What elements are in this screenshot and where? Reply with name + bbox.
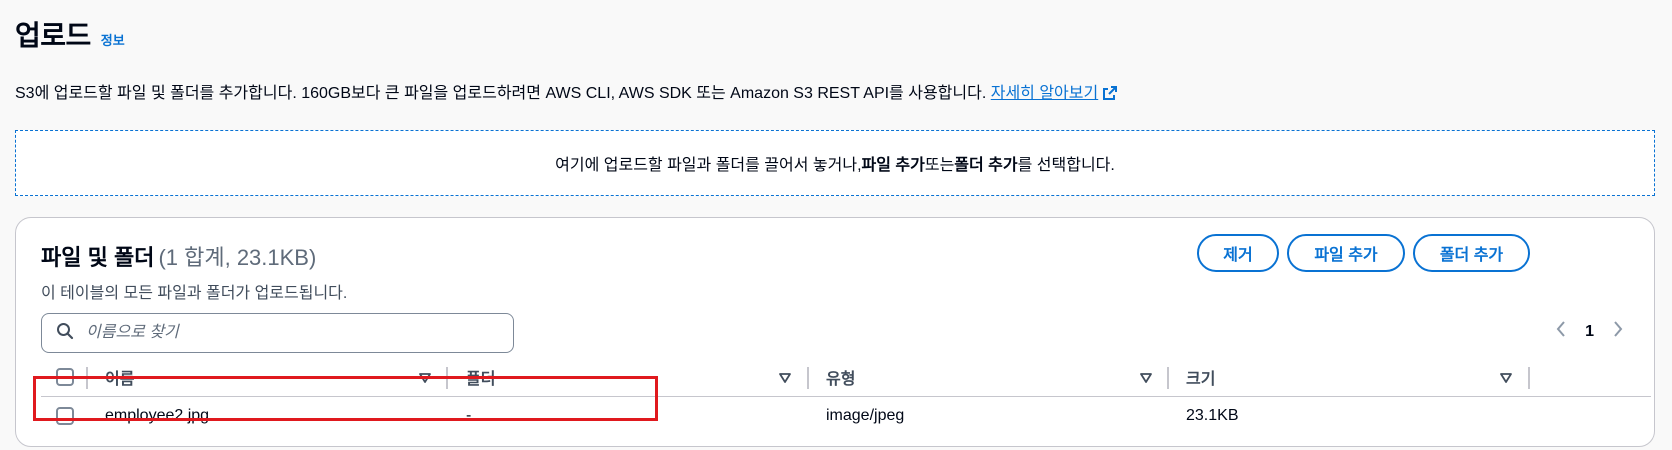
add-files-button[interactable]: 파일 추가 [1287, 234, 1405, 272]
column-divider[interactable] [1528, 367, 1530, 389]
drop-zone[interactable]: 여기에 업로드할 파일과 폴더를 끌어서 놓거나, 파일 추가 또는 폴더 추가… [15, 130, 1655, 196]
add-folder-button[interactable]: 폴더 추가 [1413, 234, 1530, 272]
remove-button[interactable]: 제거 [1197, 234, 1279, 272]
search-box[interactable] [41, 313, 514, 353]
column-header-folder[interactable]: 폴더 [466, 358, 495, 396]
column-divider[interactable] [1167, 367, 1169, 389]
page-description: S3에 업로드할 파일 및 폴더를 추가합니다. 160GB보다 큰 파일을 업… [15, 79, 1118, 106]
panel-title: 파일 및 폴더 (1 합계, 23.1KB) [41, 240, 316, 272]
sort-caret-icon[interactable] [1140, 371, 1152, 389]
column-header-type[interactable]: 유형 [826, 358, 855, 396]
external-link-icon [1102, 85, 1118, 106]
panel-title-text: 파일 및 폴더 [41, 245, 155, 270]
select-all-cell [56, 358, 74, 396]
dropzone-middle: 또는 [924, 157, 955, 174]
column-divider[interactable] [446, 367, 448, 389]
info-link[interactable]: 정보 [101, 30, 125, 49]
dropzone-prefix: 여기에 업로드할 파일과 폴더를 끌어서 놓거나, [555, 157, 862, 174]
panel-subtitle: 이 테이블의 모든 파일과 폴더가 업로드됩니다. [41, 285, 348, 302]
cell-type: image/jpeg [826, 407, 905, 424]
cell-name: employee2.jpg [105, 407, 210, 424]
cell-size: 23.1KB [1186, 407, 1239, 424]
row-checkbox[interactable] [56, 407, 74, 425]
chevron-left-icon[interactable] [1555, 320, 1567, 343]
files-table: 이름 폴더 유형 크기 employee2.jpg - image/jpeg 2… [41, 358, 1651, 435]
dropzone-suffix: 를 선택합니다. [1017, 157, 1115, 174]
description-text: S3에 업로드할 파일 및 폴더를 추가합니다. 160GB보다 큰 파일을 업… [15, 85, 987, 102]
table-row[interactable]: employee2.jpg - image/jpeg 23.1KB [41, 397, 1651, 435]
table-header: 이름 폴더 유형 크기 [41, 358, 1651, 397]
sort-caret-icon[interactable] [419, 371, 431, 389]
learn-more-link[interactable]: 자세히 알아보기 [991, 85, 1119, 102]
row-select-cell [56, 397, 74, 435]
files-folders-panel: 파일 및 폴더 (1 합계, 23.1KB) 이 테이블의 모든 파일과 폴더가 … [15, 217, 1655, 447]
column-header-name[interactable]: 이름 [105, 358, 134, 396]
search-icon [56, 322, 74, 345]
sort-caret-icon[interactable] [1500, 371, 1512, 389]
page-number[interactable]: 1 [1585, 323, 1594, 341]
pagination: 1 [1555, 320, 1624, 343]
chevron-right-icon[interactable] [1612, 320, 1624, 343]
column-divider[interactable] [86, 367, 88, 389]
cell-folder: - [466, 407, 472, 424]
page-title: 업로드 [15, 20, 91, 51]
column-divider[interactable] [807, 367, 809, 389]
panel-count: (1 합계, 23.1KB) [158, 245, 317, 270]
sort-caret-icon[interactable] [779, 371, 791, 389]
page-header: 업로드 정보 [15, 14, 125, 54]
search-input[interactable] [84, 323, 488, 343]
select-all-checkbox[interactable] [56, 368, 74, 386]
column-header-size[interactable]: 크기 [1186, 358, 1215, 396]
dropzone-add-folder: 폴더 추가 [954, 157, 1018, 174]
learn-more-label: 자세히 알아보기 [990, 85, 1099, 102]
dropzone-add-files: 파일 추가 [861, 157, 925, 174]
